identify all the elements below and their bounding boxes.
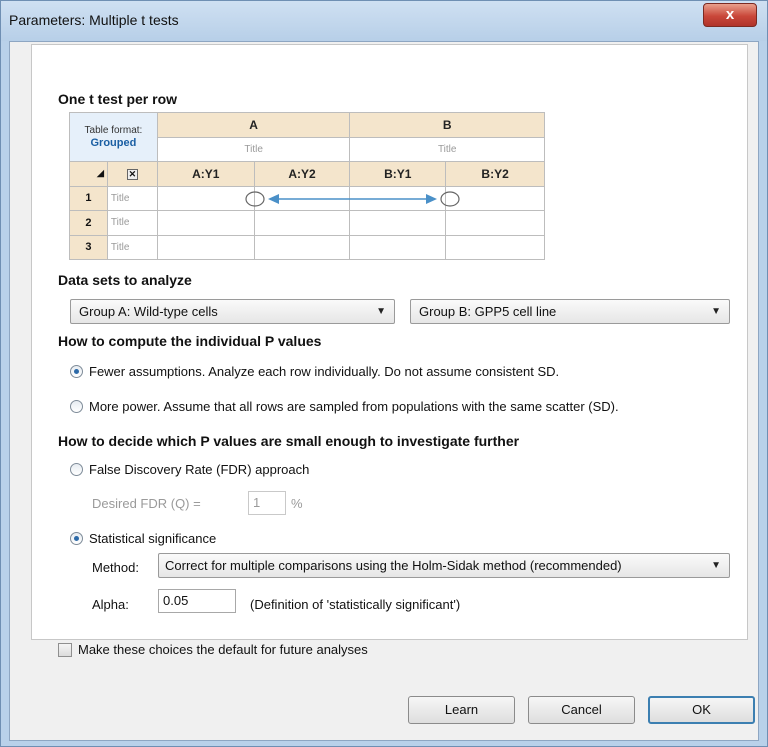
radio-more-power[interactable]: More power. Assume that all rows are sam… — [70, 399, 619, 414]
cancel-button[interactable]: Cancel — [528, 696, 635, 724]
chevron-down-icon: ▼ — [711, 306, 721, 317]
section-data-sets: Data sets to analyze — [58, 272, 192, 288]
section-decide: How to decide which P values are small e… — [58, 433, 520, 449]
ok-button[interactable]: OK — [648, 696, 755, 724]
radio-unselected-icon — [70, 400, 83, 413]
group-a-select[interactable]: Group A: Wild-type cells ▼ — [70, 299, 395, 324]
group-b-select[interactable]: Group B: GPP5 cell line ▼ — [410, 299, 730, 324]
radio-fewer-assumptions[interactable]: Fewer assumptions. Analyze each row indi… — [70, 364, 559, 379]
radio-statistical-significance[interactable]: Statistical significance — [70, 531, 216, 546]
alpha-note: (Definition of 'statistically significan… — [250, 597, 461, 612]
marker-circle-b — [440, 191, 460, 207]
alpha-label: Alpha: — [92, 597, 129, 612]
desired-fdr-label: Desired FDR (Q) = — [92, 496, 201, 511]
method-select-value: Correct for multiple comparisons using t… — [165, 558, 622, 573]
method-select[interactable]: Correct for multiple comparisons using t… — [158, 553, 730, 578]
learn-button[interactable]: Learn — [408, 696, 515, 724]
radio-unselected-icon — [70, 463, 83, 476]
marker-circle-a — [245, 191, 265, 207]
radio-selected-icon — [70, 365, 83, 378]
radio-fdr[interactable]: False Discovery Rate (FDR) approach — [70, 462, 309, 477]
group-a-select-value: Group A: Wild-type cells — [79, 304, 218, 319]
radio-selected-icon — [70, 532, 83, 545]
default-choices-label: Make these choices the default for futur… — [78, 642, 368, 657]
chevron-down-icon: ▼ — [376, 306, 386, 317]
group-b-select-value: Group B: GPP5 cell line — [419, 304, 557, 319]
checkbox-icon — [58, 643, 72, 657]
radio-more-label: More power. Assume that all rows are sam… — [89, 399, 619, 414]
chevron-down-icon: ▼ — [711, 560, 721, 571]
radio-stat-sig-label: Statistical significance — [89, 531, 217, 546]
percent-label: % — [291, 496, 303, 511]
arrow-left-head — [268, 194, 279, 204]
desired-fdr-input[interactable]: 1 — [248, 491, 286, 515]
section-compute-p: How to compute the individual P values — [58, 333, 322, 349]
radio-fewer-label: Fewer assumptions. Analyze each row indi… — [89, 364, 560, 379]
arrow-right-head — [426, 194, 437, 204]
radio-fdr-label: False Discovery Rate (FDR) approach — [89, 462, 310, 477]
default-choices-checkbox[interactable]: Make these choices the default for futur… — [58, 642, 368, 657]
alpha-input[interactable]: 0.05 — [158, 589, 236, 613]
method-label: Method: — [92, 560, 139, 575]
